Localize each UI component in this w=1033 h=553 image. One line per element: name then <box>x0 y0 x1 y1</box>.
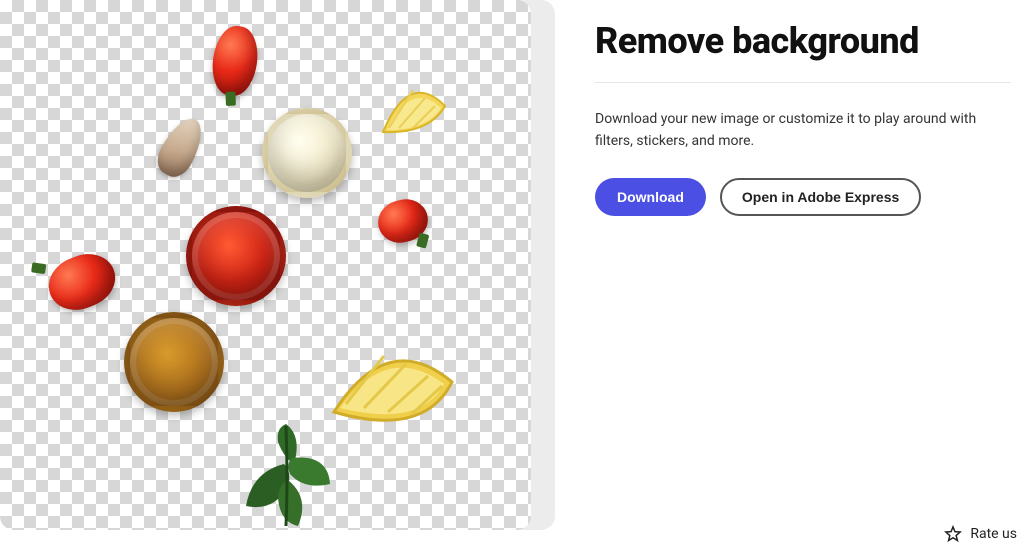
side-panel: Remove background Download your new imag… <box>555 0 1033 553</box>
tomato <box>41 245 124 319</box>
lemon-wedge <box>379 76 449 146</box>
mayo-bowl <box>262 108 352 198</box>
tomato <box>373 194 432 248</box>
mustard-bowl <box>124 312 224 412</box>
page-title: Remove background <box>595 20 1011 62</box>
image-canvas-wrap <box>0 0 555 530</box>
divider <box>595 82 1011 83</box>
lemon-wedge <box>328 342 458 442</box>
open-express-button[interactable]: Open in Adobe Express <box>720 178 921 216</box>
download-button[interactable]: Download <box>595 178 706 216</box>
result-image <box>0 0 531 530</box>
ketchup-bowl <box>186 206 286 306</box>
action-row: Download Open in Adobe Express <box>595 178 1011 216</box>
rate-us-label: Rate us <box>970 526 1017 542</box>
basil-leaves <box>232 414 342 530</box>
star-icon <box>944 525 962 543</box>
description-text: Download your new image or customize it … <box>595 109 1005 152</box>
rate-us-link[interactable]: Rate us <box>944 525 1017 543</box>
garlic-clove <box>151 112 210 183</box>
tomato <box>208 23 261 98</box>
